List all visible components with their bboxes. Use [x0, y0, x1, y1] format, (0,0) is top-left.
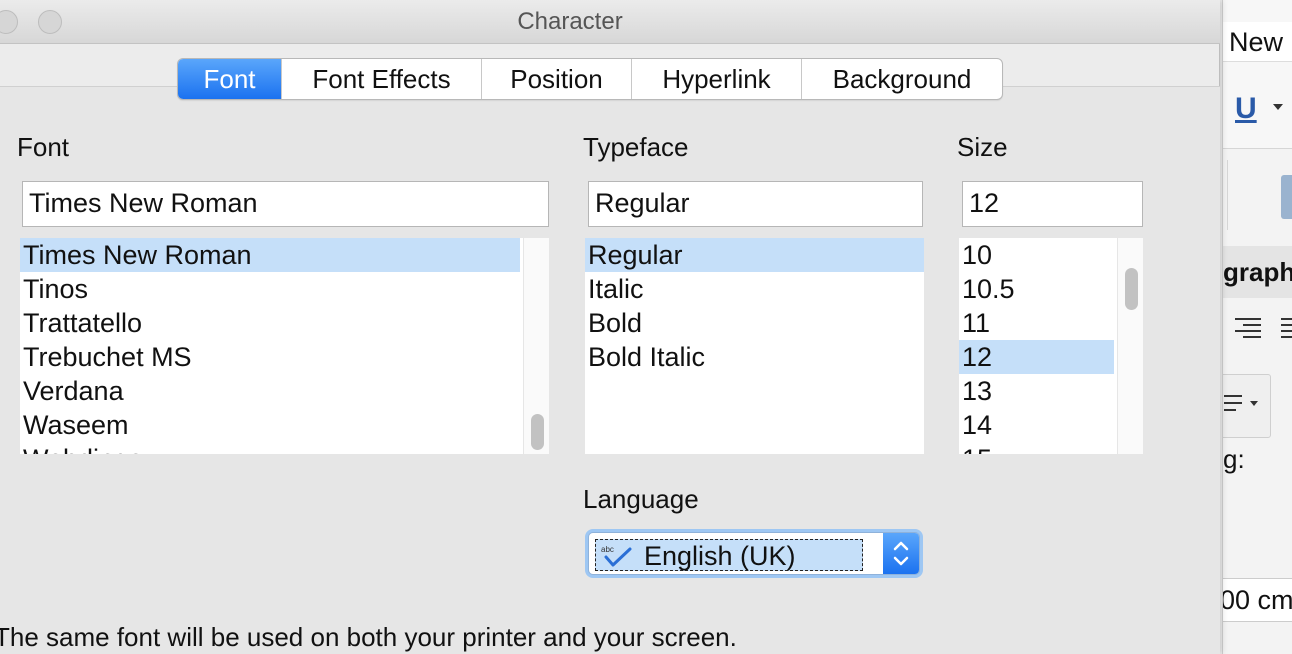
- size-list-item[interactable]: 12: [959, 340, 1114, 374]
- tab-position[interactable]: Position: [482, 59, 632, 99]
- typeface-label: Typeface: [583, 132, 689, 162]
- typeface-list-item[interactable]: Bold: [585, 306, 924, 340]
- bg-separator: [1223, 148, 1292, 149]
- font-list-item[interactable]: Times New Roman: [20, 238, 520, 272]
- tab-font-effects[interactable]: Font Effects: [282, 59, 482, 99]
- language-stepper[interactable]: [883, 533, 919, 574]
- typeface-list-item[interactable]: Italic: [585, 272, 924, 306]
- chevron-down-icon: [1250, 401, 1258, 406]
- size-list-item[interactable]: 15: [959, 442, 1143, 454]
- typeface-list-item[interactable]: Regular: [585, 238, 924, 272]
- svg-text:abc: abc: [601, 545, 614, 554]
- font-name-field[interactable]: Times New Roman: [22, 181, 549, 227]
- size-list-scroll-thumb[interactable]: [1125, 268, 1138, 310]
- window-title: Character: [517, 8, 623, 35]
- font-list-scrollbar[interactable]: [523, 238, 549, 454]
- tab-hyperlink[interactable]: Hyperlink: [632, 59, 802, 99]
- language-select-box: abc English (UK): [588, 532, 920, 575]
- language-value: English (UK): [644, 541, 796, 571]
- font-list-item[interactable]: Waseem: [20, 408, 549, 442]
- typeface-field[interactable]: Regular: [588, 181, 923, 227]
- background-app-sidebar: New U graph g: 00 cm: [1222, 0, 1292, 654]
- list-style-button[interactable]: [1223, 374, 1271, 438]
- font-label: Font: [17, 132, 70, 162]
- spellcheck-icon: abc: [601, 545, 632, 567]
- size-list-item[interactable]: 14: [959, 408, 1143, 442]
- align-right-icon[interactable]: [1235, 318, 1261, 340]
- title-bar: Character: [0, 0, 1220, 44]
- language-focus-ring: abc English (UK): [595, 539, 863, 571]
- underline-button[interactable]: U: [1235, 92, 1257, 126]
- preview-note: The same font will be used on both your …: [0, 622, 737, 652]
- tab-background[interactable]: Background: [802, 59, 1002, 99]
- size-list-item[interactable]: 13: [959, 374, 1143, 408]
- size-label: Size: [957, 132, 1008, 162]
- size-list-item[interactable]: 10: [959, 238, 1143, 272]
- font-list-item[interactable]: Webdings: [20, 442, 549, 454]
- typeface-list[interactable]: Regular Italic Bold Bold Italic: [585, 238, 924, 454]
- language-label: Language: [583, 484, 699, 514]
- typeface-list-item[interactable]: Bold Italic: [585, 340, 924, 374]
- align-justify-icon[interactable]: [1281, 318, 1292, 340]
- size-list-item[interactable]: 10.5: [959, 272, 1143, 306]
- chevron-up-down-icon: [893, 541, 909, 566]
- font-list[interactable]: Times New Roman Tinos Trattatello Trebuc…: [20, 238, 549, 454]
- bg-spacing-field[interactable]: 00 cm: [1223, 578, 1292, 622]
- paragraph-section-header: graph: [1223, 246, 1292, 298]
- size-field[interactable]: 12: [962, 181, 1143, 227]
- character-dialog: Character Font Font Effects Position Hyp…: [0, 0, 1220, 654]
- size-list[interactable]: 10 10.5 11 12 13 14 15: [959, 238, 1143, 454]
- size-list-item[interactable]: 11: [959, 306, 1143, 340]
- list-icon: [1224, 395, 1242, 416]
- bg-font-name-box[interactable]: New: [1223, 22, 1292, 62]
- font-list-item[interactable]: Trattatello: [20, 306, 549, 340]
- font-list-item[interactable]: Trebuchet MS: [20, 340, 549, 374]
- font-list-item[interactable]: Verdana: [20, 374, 549, 408]
- bg-spacing-label: g:: [1223, 444, 1245, 474]
- bg-divider: [1227, 160, 1228, 230]
- language-select[interactable]: abc English (UK): [585, 529, 923, 578]
- size-list-scrollbar[interactable]: [1117, 238, 1143, 454]
- underline-dropdown-icon[interactable]: [1273, 104, 1283, 110]
- tab-bar: Font Font Effects Position Hyperlink Bac…: [177, 58, 1003, 100]
- spellcheck-toolbar-icon[interactable]: [1281, 175, 1292, 219]
- font-list-scroll-thumb[interactable]: [531, 414, 544, 450]
- tab-font[interactable]: Font: [178, 59, 282, 99]
- font-list-item[interactable]: Tinos: [20, 272, 549, 306]
